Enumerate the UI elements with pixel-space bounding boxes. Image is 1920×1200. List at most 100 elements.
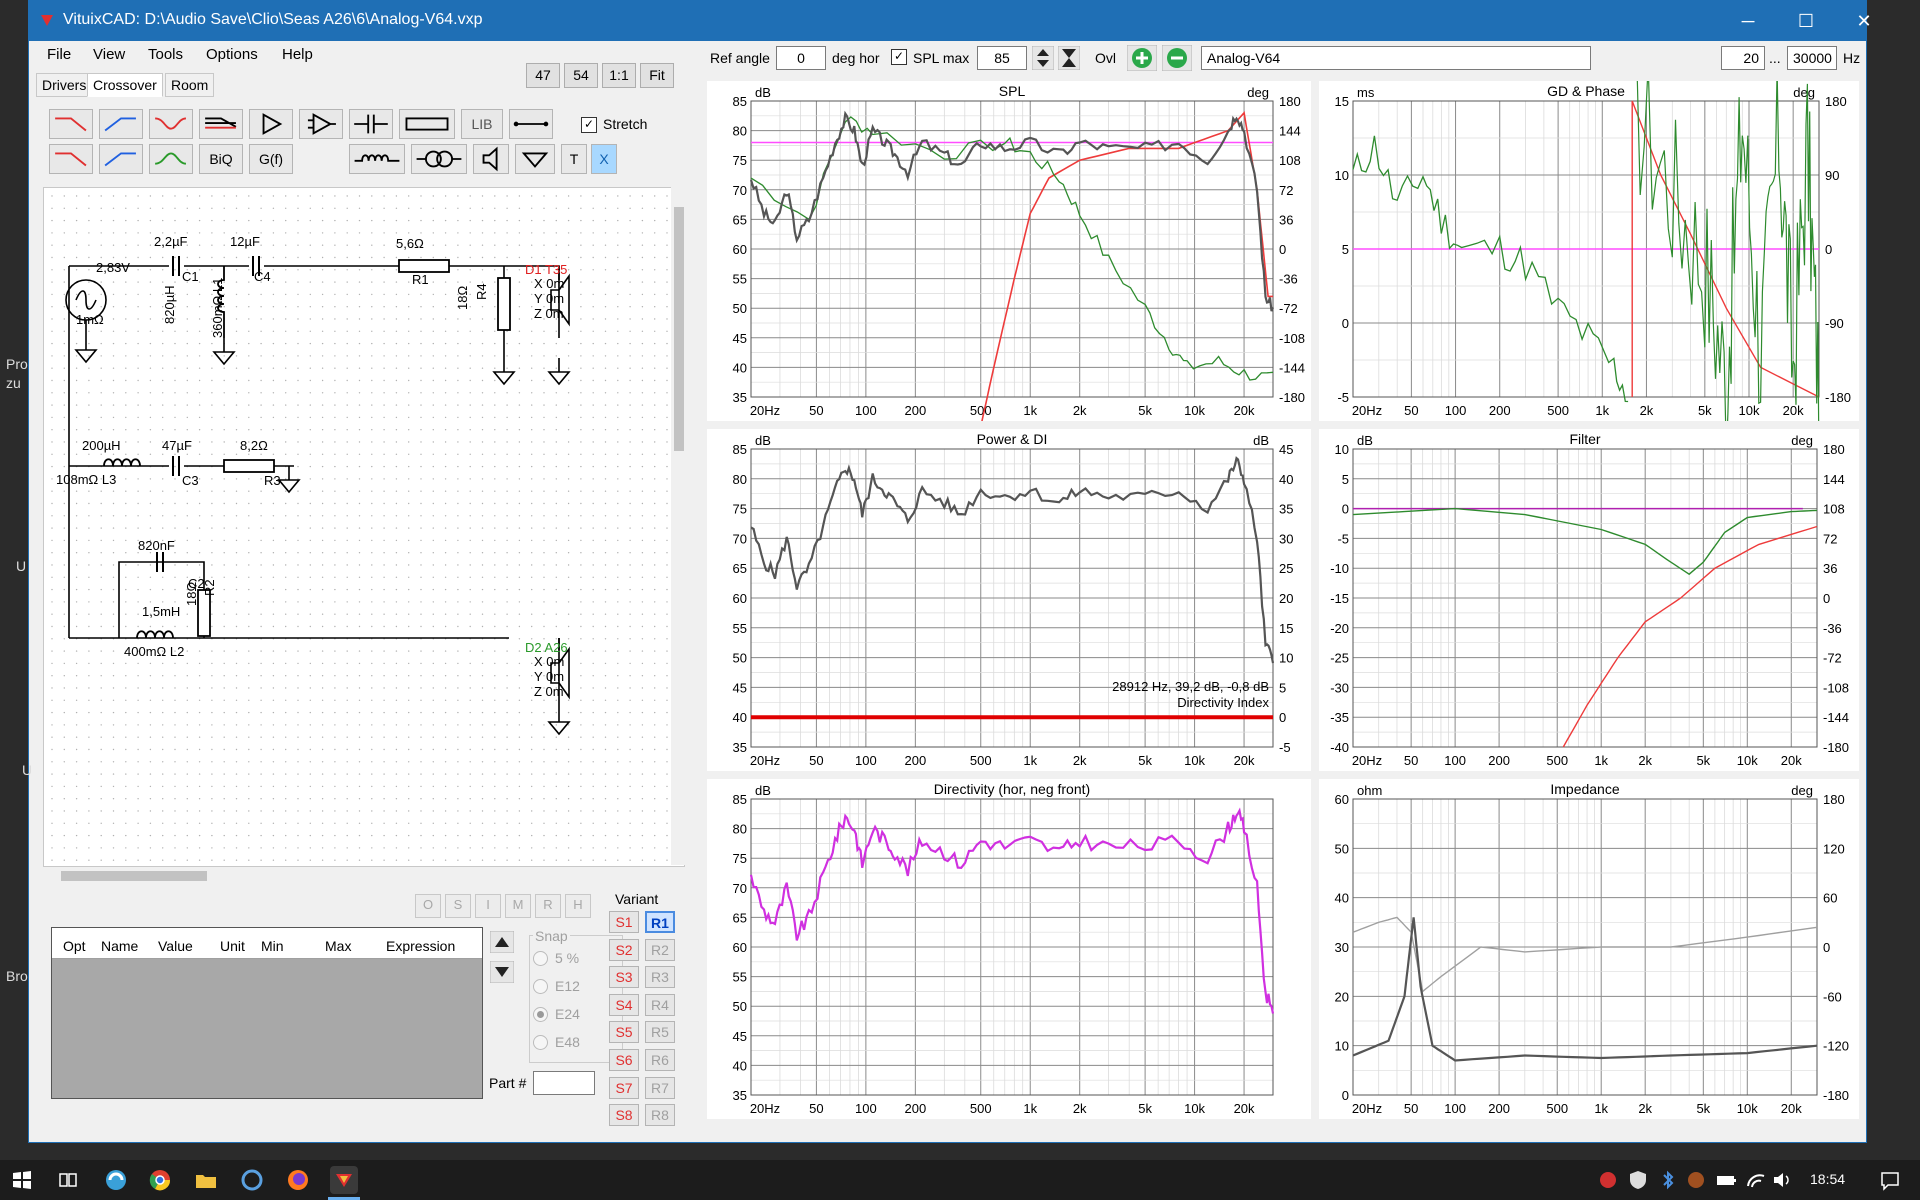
inductor-icon[interactable] bbox=[349, 144, 405, 174]
part-number-input[interactable] bbox=[533, 1071, 595, 1095]
variant-r6-button[interactable]: R6 bbox=[645, 1049, 675, 1071]
tab-crossover[interactable]: Crossover bbox=[87, 73, 163, 97]
variant-r2-button[interactable]: R2 bbox=[645, 938, 675, 961]
optimizer-o-button[interactable]: O bbox=[415, 894, 441, 918]
spl-chart[interactable]: SPL dB deg 85 80 75 70 65 60 55 50 45 40 35 180 144 108 7… bbox=[707, 81, 1311, 421]
gd-phase-chart[interactable]: GD & Phasems deg151050-5180900-90-18020Hz… bbox=[1319, 81, 1859, 421]
column-name[interactable]: Name bbox=[101, 938, 138, 954]
tray-app2-icon[interactable] bbox=[1682, 1166, 1710, 1194]
library-button[interactable]: LIB bbox=[461, 109, 503, 139]
menu-help[interactable]: Help bbox=[282, 46, 313, 63]
peak-filter-icon[interactable] bbox=[149, 144, 193, 174]
schematic-canvas[interactable]: 2,83V 1mΩ 2,2µF C1 12µF C4 820µH 360mΩ L1 5,6Ω R1… bbox=[43, 187, 685, 867]
notifications-icon[interactable] bbox=[1876, 1166, 1904, 1194]
variant-s5-button[interactable]: S5 bbox=[609, 1021, 639, 1044]
volume-icon[interactable] bbox=[1768, 1166, 1796, 1194]
vertical-scroll-thumb[interactable] bbox=[674, 207, 684, 451]
horizontal-scroll-thumb[interactable] bbox=[61, 871, 207, 881]
variant-s4-button[interactable]: S4 bbox=[609, 993, 639, 1016]
power-di-chart[interactable]: Power & DIdB dB85807570656055504540354540… bbox=[707, 429, 1311, 771]
spl-max-input[interactable]: 85 bbox=[977, 46, 1027, 70]
vituixcad-taskbar-icon[interactable] bbox=[330, 1166, 358, 1194]
snap-radio[interactable] bbox=[533, 1007, 548, 1022]
menu-file[interactable]: File bbox=[47, 46, 71, 63]
directivity-chart[interactable]: Directivity (hor, neg front) dB 85 80 75 70 65… bbox=[707, 779, 1311, 1119]
variant-s8-button[interactable]: S8 bbox=[609, 1104, 639, 1127]
variant-s1-button[interactable]: S1 bbox=[609, 911, 639, 933]
transformer-icon[interactable] bbox=[411, 144, 467, 174]
move-up-arrow-icon[interactable] bbox=[490, 931, 514, 953]
zoom-1to1-button[interactable]: 1:1 bbox=[602, 63, 636, 88]
minimize-button[interactable]: ─ bbox=[1719, 1, 1777, 41]
snap-radio[interactable] bbox=[533, 979, 548, 994]
variant-r7-button[interactable]: R7 bbox=[645, 1076, 675, 1099]
optimizer-s-button[interactable]: S bbox=[445, 894, 471, 918]
close-button[interactable]: ✕ bbox=[1835, 1, 1893, 41]
security-shield-icon[interactable] bbox=[1624, 1166, 1652, 1194]
transfer-function-button[interactable]: G(f) bbox=[249, 144, 293, 174]
variant-name-input[interactable]: Analog-V64 bbox=[1201, 46, 1591, 70]
stretch-checkbox[interactable]: ✓ bbox=[581, 117, 597, 133]
buffer-icon[interactable] bbox=[249, 109, 293, 139]
wire-icon[interactable] bbox=[509, 109, 553, 139]
spl-max-checkbox[interactable]: ✓ bbox=[891, 49, 907, 65]
tray-app-icon[interactable] bbox=[1594, 1166, 1622, 1194]
impedance-chart[interactable]: Impedanceohm deg6050403020100180120600-60… bbox=[1319, 779, 1859, 1119]
horizontal-scrollbar[interactable] bbox=[43, 867, 683, 885]
variant-r4-button[interactable]: R4 bbox=[645, 993, 675, 1016]
filter-chart[interactable]: FilterdB deg1050-5-10-15-20-25-30-35-4018… bbox=[1319, 429, 1859, 771]
spinner-arrows-icon[interactable] bbox=[1032, 46, 1054, 70]
column-opt[interactable]: Opt bbox=[63, 938, 86, 954]
lowpass-filter-icon[interactable] bbox=[49, 109, 93, 139]
menu-options[interactable]: Options bbox=[206, 46, 258, 63]
zoom-54-button[interactable]: 54 bbox=[564, 63, 598, 88]
add-variant-icon[interactable] bbox=[1127, 45, 1157, 71]
opamp-icon[interactable] bbox=[299, 109, 343, 139]
variant-s7-button[interactable]: S7 bbox=[609, 1076, 639, 1099]
speaker-icon[interactable] bbox=[473, 144, 509, 174]
range-toggle-icon[interactable] bbox=[1058, 46, 1080, 70]
move-down-arrow-icon[interactable] bbox=[490, 961, 514, 983]
variant-s3-button[interactable]: S3 bbox=[609, 966, 639, 989]
zoom-fit-button[interactable]: Fit bbox=[640, 63, 674, 88]
optimizer-m-button[interactable]: M bbox=[505, 894, 531, 918]
battery-icon[interactable] bbox=[1712, 1166, 1740, 1194]
optimizer-i-button[interactable]: I bbox=[475, 894, 501, 918]
variant-s2-button[interactable]: S2 bbox=[609, 938, 639, 961]
vertical-scrollbar[interactable] bbox=[671, 187, 687, 865]
file-explorer-icon[interactable] bbox=[192, 1166, 220, 1194]
tab-drivers[interactable]: Drivers bbox=[36, 73, 93, 97]
browser-app-icon[interactable] bbox=[102, 1166, 130, 1194]
ref-angle-input[interactable]: 0 bbox=[776, 46, 826, 70]
variant-r1-button[interactable]: R1 bbox=[645, 911, 675, 933]
firefox-icon[interactable] bbox=[284, 1166, 312, 1194]
column-min[interactable]: Min bbox=[261, 938, 284, 954]
shelf-filter-icon[interactable] bbox=[199, 109, 243, 139]
variant-r5-button[interactable]: R5 bbox=[645, 1021, 675, 1044]
column-value[interactable]: Value bbox=[158, 938, 193, 954]
snap-radio[interactable] bbox=[533, 951, 548, 966]
menu-tools[interactable]: Tools bbox=[148, 46, 183, 63]
menu-view[interactable]: View bbox=[93, 46, 125, 63]
remove-variant-icon[interactable] bbox=[1162, 45, 1192, 71]
column-expression[interactable]: Expression bbox=[386, 938, 455, 954]
column-max[interactable]: Max bbox=[325, 938, 351, 954]
freq-min-input[interactable]: 20 bbox=[1721, 46, 1765, 70]
highpass-2-icon[interactable] bbox=[99, 144, 143, 174]
freq-max-input[interactable]: 30000 bbox=[1787, 46, 1837, 70]
bluetooth-icon[interactable] bbox=[1654, 1166, 1682, 1194]
text-button[interactable]: T bbox=[561, 144, 587, 174]
wifi-icon[interactable] bbox=[1742, 1166, 1770, 1194]
snap-radio[interactable] bbox=[533, 1035, 548, 1050]
zoom-47-button[interactable]: 47 bbox=[526, 63, 560, 88]
biquad-button[interactable]: BiQ bbox=[199, 144, 243, 174]
variant-r3-button[interactable]: R3 bbox=[645, 966, 675, 989]
variant-r8-button[interactable]: R8 bbox=[645, 1104, 675, 1127]
lowpass-2-icon[interactable] bbox=[49, 144, 93, 174]
capacitor-icon[interactable] bbox=[349, 109, 393, 139]
optimizer-r-button[interactable]: R bbox=[535, 894, 561, 918]
optimizer-h-button[interactable]: H bbox=[565, 894, 591, 918]
variant-s6-button[interactable]: S6 bbox=[609, 1049, 639, 1071]
ground-icon[interactable] bbox=[515, 144, 555, 174]
tab-room[interactable]: Room bbox=[165, 73, 215, 97]
